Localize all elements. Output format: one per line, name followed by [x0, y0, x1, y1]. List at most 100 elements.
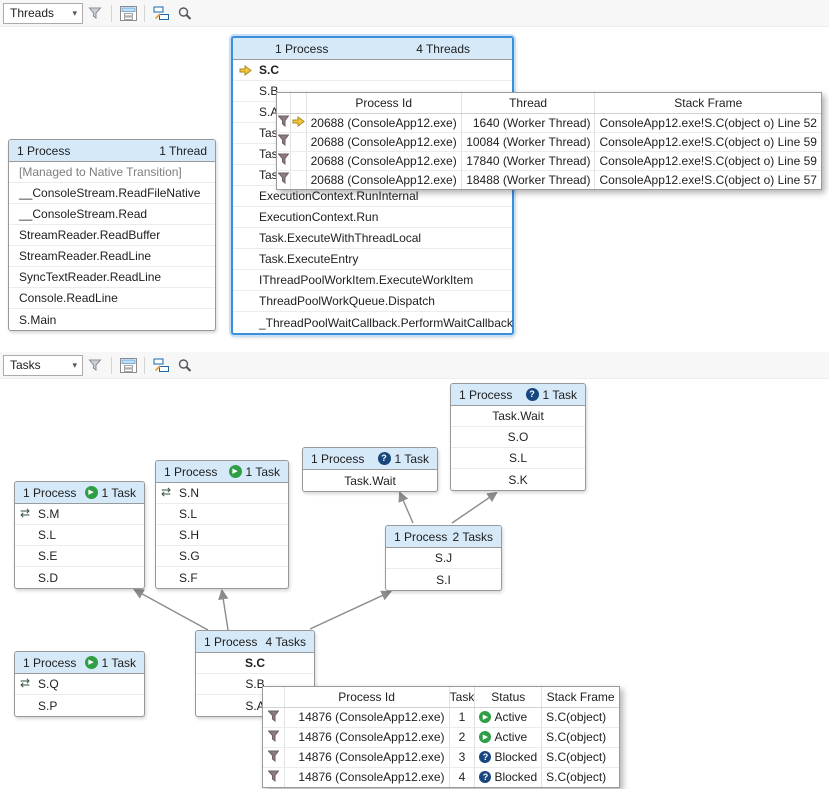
task-count-label: 1 Task: [102, 656, 136, 670]
stack-frame-row[interactable]: _ThreadPoolWaitCallback.PerformWaitCallb…: [233, 312, 512, 333]
blocked-status-icon: ?: [479, 771, 491, 783]
flag-icon[interactable]: [268, 711, 279, 725]
stack-frame-row[interactable]: __ConsoleStream.Read: [9, 204, 215, 225]
table-row[interactable]: 20688 (ConsoleApp12.exe) 17840 (Worker T…: [277, 151, 821, 170]
table-row[interactable]: 20688 (ConsoleApp12.exe) 1640 (Worker Th…: [277, 113, 821, 132]
stack-frame-row[interactable]: S.D: [15, 567, 144, 588]
process-id-cell: 14876 (ConsoleApp12.exe): [284, 747, 449, 767]
stack-frame-row[interactable]: IThreadPoolWorkItem.ExecuteWorkItem: [233, 270, 512, 291]
zoom-control-icon[interactable]: [174, 354, 196, 376]
stack-frame-row-current[interactable]: ⇄ S.Q: [15, 674, 144, 695]
task-stack-box-active-n: 1 Process ▶ 1 Task ⇄ S.N S.L S.H S.G S.F: [155, 460, 289, 589]
stack-frame-row[interactable]: S.E: [15, 546, 144, 567]
flag-icon[interactable]: [268, 751, 279, 765]
stack-frame-row[interactable]: S.H: [156, 525, 288, 546]
thread-cell: 18488 (Worker Thread): [461, 170, 595, 189]
process-count-label: 1 Process: [23, 486, 76, 500]
process-count-label: 1 Process: [275, 42, 328, 56]
task-count-label: 1 Task: [246, 465, 280, 479]
chevron-down-icon: ▾: [72, 8, 77, 19]
flag-icon[interactable]: [268, 731, 279, 745]
toolbar-separator: [111, 357, 112, 374]
stack-frame-row[interactable]: S.L: [156, 504, 288, 525]
view-selector-dropdown[interactable]: Threads ▾: [3, 3, 83, 24]
stack-frame-row[interactable]: S.O: [451, 427, 585, 448]
process-count-label: 1 Process: [311, 452, 364, 466]
tasks-table: Process Id Task Status Stack Frame 14876…: [263, 687, 619, 787]
threads-tooltip-table: Process Id Thread Stack Frame 20688 (Con…: [276, 92, 822, 190]
active-status-icon: ▶: [85, 486, 98, 499]
flag-filter-icon[interactable]: [84, 2, 106, 24]
process-id-cell: 14876 (ConsoleApp12.exe): [284, 767, 449, 787]
flag-icon[interactable]: [278, 135, 289, 149]
table-row[interactable]: 20688 (ConsoleApp12.exe) 10084 (Worker T…: [277, 132, 821, 151]
stack-frame-row[interactable]: Task.ExecuteWithThreadLocal: [233, 228, 512, 249]
stack-frame-row[interactable]: Task.ExecuteEntry: [233, 249, 512, 270]
task-count-label: 2 Tasks: [453, 530, 493, 544]
stack-frame-row[interactable]: S.Main: [9, 309, 215, 330]
stack-frame-row-current[interactable]: S.C: [233, 60, 512, 81]
thread-cell: 17840 (Worker Thread): [461, 151, 595, 170]
stack-frame-row[interactable]: Console.ReadLine: [9, 288, 215, 309]
stack-frame-row[interactable]: StreamReader.ReadBuffer: [9, 225, 215, 246]
toolbar-separator: [111, 5, 112, 22]
table-row[interactable]: 14876 (ConsoleApp12.exe) 4 ?Blocked S.C(…: [263, 767, 619, 787]
view-selector-value: Threads: [10, 6, 54, 20]
stack-box-header: 1 Process ? 1 Task: [451, 384, 585, 406]
table-row[interactable]: 20688 (ConsoleApp12.exe) 18488 (Worker T…: [277, 170, 821, 189]
flag-icon[interactable]: [278, 154, 289, 168]
stack-box-header: 1 Process 4 Tasks: [196, 631, 314, 653]
stack-frame-row[interactable]: ExecutionContext.Run: [233, 207, 512, 228]
autoscroll-icon[interactable]: [150, 2, 172, 24]
column-header: Thread: [461, 93, 595, 113]
flag-filter-icon[interactable]: [84, 354, 106, 376]
column-header: Task: [449, 687, 475, 707]
stack-frame-row-current[interactable]: S.C: [196, 653, 314, 674]
stack-frame-row[interactable]: __ConsoleStream.ReadFileNative: [9, 183, 215, 204]
stack-frame-row[interactable]: Task.Wait: [303, 470, 437, 491]
zoom-control-icon[interactable]: [174, 2, 196, 24]
task-count-label: 4 Tasks: [266, 635, 306, 649]
flag-icon[interactable]: [278, 116, 289, 130]
stack-box-header: 1 Process 1 Thread: [9, 140, 215, 162]
current-thread-arrow-icon: [292, 116, 305, 130]
stack-frame-row[interactable]: S.P: [15, 695, 144, 716]
stack-frame-row[interactable]: [Managed to Native Transition]: [9, 162, 215, 183]
table-header-row: Process Id Thread Stack Frame: [277, 93, 821, 113]
table-row[interactable]: 14876 (ConsoleApp12.exe) 1 ▶Active S.C(o…: [263, 707, 619, 727]
stack-frame-row[interactable]: S.F: [156, 567, 288, 588]
stack-frame-row[interactable]: SyncTextReader.ReadLine: [9, 267, 215, 288]
status-cell: ▶Active: [475, 727, 542, 747]
stack-frame-row[interactable]: S.L: [451, 448, 585, 469]
toolbar-separator: [144, 5, 145, 22]
task-id-cell: 4: [449, 767, 475, 787]
current-frame-arrow-icon: [239, 65, 252, 79]
thread-cell: 10084 (Worker Thread): [461, 132, 595, 151]
stack-frame-cell: S.C(object): [542, 727, 619, 747]
flag-icon[interactable]: [268, 771, 279, 785]
tasks-tooltip-table: Process Id Task Status Stack Frame 14876…: [262, 686, 620, 788]
flag-icon[interactable]: [278, 173, 289, 187]
stack-frame-row[interactable]: S.G: [156, 546, 288, 567]
task-stack-box-two-tasks: 1 Process 2 Tasks S.J S.I: [385, 525, 502, 591]
stack-frame-row[interactable]: S.K: [451, 469, 585, 490]
stack-frame-row[interactable]: S.J: [386, 548, 501, 569]
status-cell: ?Blocked: [475, 747, 542, 767]
table-row[interactable]: 14876 (ConsoleApp12.exe) 2 ▶Active S.C(o…: [263, 727, 619, 747]
table-row[interactable]: 14876 (ConsoleApp12.exe) 3 ?Blocked S.C(…: [263, 747, 619, 767]
stack-frame-row[interactable]: Task.Wait: [451, 406, 585, 427]
stack-frame-row[interactable]: StreamReader.ReadLine: [9, 246, 215, 267]
threads-table: Process Id Thread Stack Frame 20688 (Con…: [277, 93, 821, 189]
view-selector-dropdown[interactable]: Tasks ▾: [3, 355, 83, 376]
task-id-cell: 1: [449, 707, 475, 727]
stack-frame-row[interactable]: ThreadPoolWorkQueue.Dispatch: [233, 291, 512, 312]
status-cell: ?Blocked: [475, 767, 542, 787]
stack-frame-row[interactable]: S.L: [15, 525, 144, 546]
stack-frame-row-current[interactable]: ⇄ S.N: [156, 483, 288, 504]
method-view-icon[interactable]: [117, 354, 139, 376]
stack-frame-row[interactable]: S.I: [386, 569, 501, 590]
method-view-icon[interactable]: [117, 2, 139, 24]
stack-frame-row-current[interactable]: ⇄ S.M: [15, 504, 144, 525]
blocked-status-icon: ?: [479, 751, 491, 763]
autoscroll-icon[interactable]: [150, 354, 172, 376]
